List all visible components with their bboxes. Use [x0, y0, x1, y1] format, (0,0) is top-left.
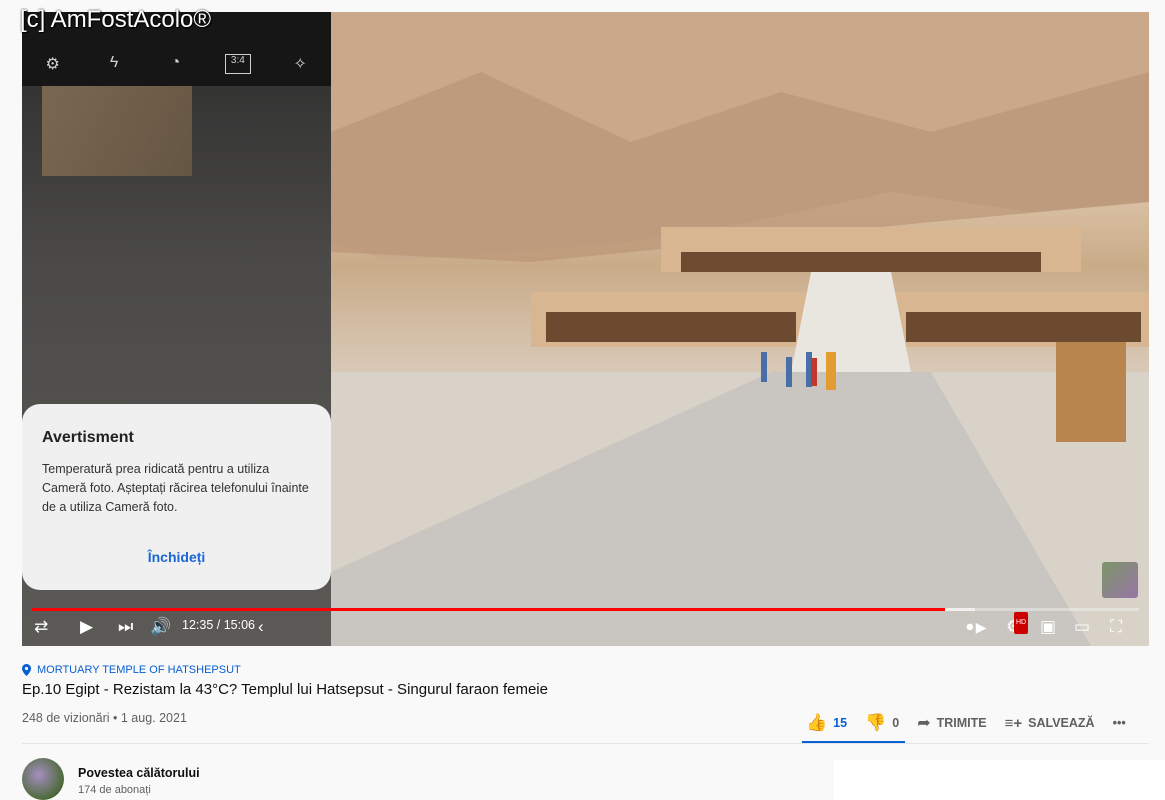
- thumbs-up-icon: 👍: [806, 713, 828, 732]
- avatar[interactable]: [22, 758, 64, 800]
- chevron-left-icon[interactable]: ‹: [258, 616, 264, 638]
- gear-icon[interactable]: ⚙HD: [1006, 612, 1029, 638]
- timer-icon[interactable]: ◔: [163, 54, 187, 74]
- channel-name[interactable]: Povestea călătorului: [78, 766, 200, 780]
- playlist-add-icon: ≡+: [1004, 714, 1023, 732]
- video-title: Ep.10 Egipt - Rezistam la 43°C? Templul …: [22, 681, 548, 698]
- phone-camera-overlay: ⚙ ϟ ◔ 3:4 ✧ Avertisment Temperatură prea…: [22, 12, 331, 646]
- temple-scene-illustration: [331, 12, 1149, 646]
- dislike-button[interactable]: 👎 0: [865, 713, 899, 733]
- camera-preview-object: [42, 86, 192, 176]
- share-icon: ➦: [917, 715, 931, 732]
- share-label: TRIMITE: [936, 716, 987, 730]
- dialog-title: Avertisment: [42, 429, 134, 446]
- next-icon[interactable]: ⏭: [118, 616, 133, 638]
- volume-icon[interactable]: 🔊: [150, 616, 171, 638]
- fullscreen-icon[interactable]: ⛶: [1110, 616, 1122, 638]
- video-player[interactable]: ⚙ ϟ ◔ 3:4 ✧ Avertisment Temperatură prea…: [22, 12, 1149, 646]
- more-actions-button[interactable]: •••: [1113, 716, 1126, 730]
- settings-icon[interactable]: ⚙: [41, 54, 65, 74]
- subscribe-area: [834, 760, 1165, 800]
- like-count: 15: [833, 716, 848, 730]
- loop-icon[interactable]: ⇄: [34, 616, 48, 638]
- effects-icon[interactable]: ✧: [288, 54, 312, 74]
- save-button[interactable]: ≡+ SALVEAZĂ: [1005, 715, 1095, 732]
- location-label: MORTUARY TEMPLE OF HATSHEPSUT: [37, 664, 241, 676]
- watermark-text: [c] AmFostAcolo®: [20, 6, 212, 33]
- time-display: 12:35 / 15:06: [182, 618, 255, 632]
- more-icon: •••: [1112, 716, 1126, 730]
- save-label: SALVEAZĂ: [1028, 716, 1095, 730]
- like-button[interactable]: 👍 15: [806, 713, 847, 733]
- channel-watermark-logo[interactable]: [1102, 562, 1138, 598]
- miniplayer-icon[interactable]: ▣: [1040, 616, 1056, 638]
- dialog-message: Temperatură prea ridicată pentru a utili…: [42, 462, 309, 514]
- dislike-count: 0: [892, 716, 900, 730]
- dialog-close-button[interactable]: Închideți: [22, 549, 331, 565]
- hd-badge: HD: [1014, 612, 1029, 634]
- divider: [22, 743, 1149, 744]
- theater-mode-icon[interactable]: ▭: [1074, 616, 1090, 638]
- location-pin-icon: [22, 664, 31, 676]
- action-bar: 👍 15 👎 0 ➦ TRIMITE ≡+ SALVEAZĂ •••: [806, 708, 1144, 738]
- autoplay-toggle[interactable]: ⚫▶: [964, 616, 987, 638]
- play-pause-icon[interactable]: ▶: [80, 616, 93, 638]
- video-frame: [331, 12, 1149, 646]
- share-button[interactable]: ➦ TRIMITE: [917, 713, 986, 733]
- aspect-ratio-icon[interactable]: 3:4: [224, 54, 251, 74]
- player-controls: ⇄ ▶ ⏭ 🔊 12:35 / 15:06 ‹ ⚫▶ ⚙HD ▣ ▭ ⛶: [22, 610, 1149, 646]
- flash-off-icon[interactable]: ϟ: [102, 54, 126, 74]
- warning-dialog: Avertisment Temperatură prea ridicată pe…: [22, 404, 331, 590]
- views-and-date: 248 de vizionări • 1 aug. 2021: [22, 711, 187, 725]
- thumbs-down-icon: 👎: [865, 713, 887, 732]
- location-link[interactable]: MORTUARY TEMPLE OF HATSHEPSUT: [22, 664, 241, 676]
- subscriber-count: 174 de abonați: [78, 784, 151, 796]
